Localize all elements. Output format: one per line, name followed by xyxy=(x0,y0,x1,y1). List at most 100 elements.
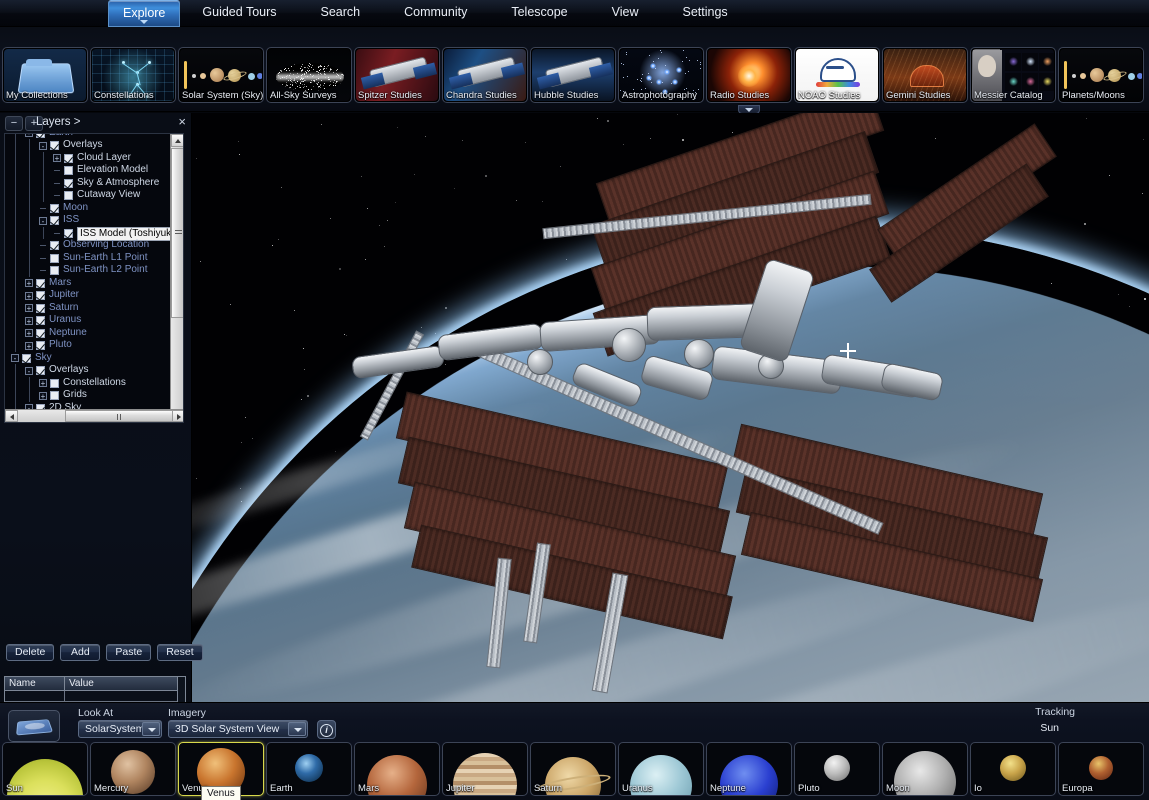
planet-thumbnail-sun[interactable]: Sun xyxy=(2,742,88,796)
planet-thumbnail-neptune[interactable]: Neptune xyxy=(706,742,792,796)
layers-tree-horizontal-scrollbar[interactable] xyxy=(5,409,184,422)
layer-tree-item-sun-earth-l2-point[interactable]: Sun-Earth L2 Point xyxy=(5,264,170,277)
layer-tree-item-iss[interactable]: -ISS xyxy=(5,214,170,227)
planet-thumbnail-europa[interactable]: Europa xyxy=(1058,742,1144,796)
planet-thumbnail-mars[interactable]: Mars xyxy=(354,742,440,796)
tree-expander-icon[interactable]: - xyxy=(25,133,33,137)
add-button[interactable]: Add xyxy=(60,644,100,661)
collection-thumbnail-noao-studies[interactable]: NOAO Studies xyxy=(794,47,880,103)
tree-expander-icon[interactable]: - xyxy=(11,354,19,362)
table-row[interactable] xyxy=(5,691,185,702)
tree-expander-icon[interactable]: - xyxy=(25,367,33,375)
layer-visibility-checkbox[interactable] xyxy=(64,191,73,200)
collection-thumbnail-radio-studies[interactable]: Radio Studies xyxy=(706,47,792,103)
collection-thumbnail-planets-moons[interactable]: Planets/Moons xyxy=(1058,47,1144,103)
layer-visibility-checkbox[interactable] xyxy=(64,179,73,188)
layer-visibility-checkbox[interactable] xyxy=(36,341,45,350)
collection-thumbnail-spitzer-studies[interactable]: Spitzer Studies xyxy=(354,47,440,103)
layer-visibility-checkbox[interactable] xyxy=(50,141,59,150)
layer-visibility-checkbox[interactable] xyxy=(50,254,59,263)
scrollbar-thumb[interactable] xyxy=(171,148,184,318)
paste-button[interactable]: Paste xyxy=(106,644,151,661)
delete-button[interactable]: Delete xyxy=(6,644,54,661)
layer-visibility-checkbox[interactable] xyxy=(36,133,45,138)
imagery-dropdown[interactable]: 3D Solar System View xyxy=(168,720,308,738)
chevron-down-icon[interactable] xyxy=(142,722,160,736)
layer-tree-item-overlays[interactable]: -Overlays xyxy=(5,139,170,152)
layer-visibility-checkbox[interactable] xyxy=(36,329,45,338)
collection-thumbnail-solar-system-sky[interactable]: Solar System (Sky) xyxy=(178,47,264,103)
layer-visibility-checkbox[interactable] xyxy=(22,354,31,363)
collection-thumbnail-gemini-studies[interactable]: Gemini Studies xyxy=(882,47,968,103)
tree-expander-icon[interactable]: + xyxy=(25,279,33,287)
layer-visibility-checkbox[interactable] xyxy=(50,379,59,388)
planet-thumbnail-uranus[interactable]: Uranus xyxy=(618,742,704,796)
collection-thumbnail-my-collections[interactable]: My Collections xyxy=(2,47,88,103)
layer-tree-item-moon[interactable]: Moon xyxy=(5,202,170,215)
layer-visibility-checkbox[interactable] xyxy=(36,366,45,375)
menu-item-settings[interactable]: Settings xyxy=(661,0,750,27)
scroll-up-icon[interactable] xyxy=(171,134,184,147)
collection-thumbnail-astrophotography[interactable]: Astrophotography xyxy=(618,47,704,103)
layer-tree-item-cutaway-view[interactable]: Cutaway View xyxy=(5,189,170,202)
layers-tree-container[interactable]: -SunMercuryVenus-Earth-Overlays+Cloud La… xyxy=(4,133,184,423)
layer-visibility-checkbox[interactable] xyxy=(36,279,45,288)
layer-tree-item-grids[interactable]: +Grids xyxy=(5,389,170,402)
tree-expander-icon[interactable]: + xyxy=(39,392,47,400)
info-icon[interactable]: i xyxy=(317,720,336,739)
menu-item-view[interactable]: View xyxy=(590,0,661,27)
scrollbar-thumb-horizontal[interactable] xyxy=(65,410,175,422)
layer-tree-item-overlays[interactable]: -Overlays xyxy=(5,364,170,377)
tree-expander-icon[interactable]: + xyxy=(25,342,33,350)
layer-visibility-checkbox[interactable] xyxy=(36,304,45,313)
layer-tree-item-elevation-model[interactable]: Elevation Model xyxy=(5,164,170,177)
planet-thumbnail-saturn[interactable]: Saturn xyxy=(530,742,616,796)
planet-thumbnail-mercury[interactable]: Mercury xyxy=(90,742,176,796)
layer-tree-item-jupiter[interactable]: +Jupiter xyxy=(5,289,170,302)
tree-expander-icon[interactable]: + xyxy=(25,317,33,325)
layer-visibility-checkbox[interactable] xyxy=(50,391,59,400)
layer-visibility-checkbox[interactable] xyxy=(36,316,45,325)
look-at-dropdown[interactable]: SolarSystem xyxy=(78,720,162,738)
planet-thumbnail-jupiter[interactable]: Jupiter xyxy=(442,742,528,796)
menu-item-search[interactable]: Search xyxy=(299,0,383,27)
collection-thumbnail-chandra-studies[interactable]: Chandra Studies xyxy=(442,47,528,103)
collection-thumbnail-messier-catalog[interactable]: Messier Catalog xyxy=(970,47,1056,103)
scroll-left-icon[interactable] xyxy=(5,410,18,422)
layer-visibility-checkbox[interactable] xyxy=(50,266,59,275)
tree-expander-icon[interactable]: - xyxy=(39,142,47,150)
menu-item-community[interactable]: Community xyxy=(382,0,489,27)
reset-button[interactable]: Reset xyxy=(157,644,202,661)
layer-tree-item-constellations[interactable]: +Constellations xyxy=(5,377,170,390)
collection-thumbnail-all-sky-surveys[interactable]: All-Sky Surveys xyxy=(266,47,352,103)
tree-expander-icon[interactable]: + xyxy=(25,304,33,312)
layer-tree-item-mars[interactable]: +Mars xyxy=(5,277,170,290)
menu-item-explore[interactable]: Explore xyxy=(108,0,180,27)
collection-thumbnail-constellations[interactable]: Constellations xyxy=(90,47,176,103)
layer-visibility-checkbox[interactable] xyxy=(50,216,59,225)
layer-tree-item-pluto[interactable]: +Pluto xyxy=(5,339,170,352)
planet-thumbnail-io[interactable]: Io xyxy=(970,742,1056,796)
layer-visibility-checkbox[interactable] xyxy=(64,229,73,238)
layer-visibility-checkbox[interactable] xyxy=(64,166,73,175)
layer-tree-item-cloud-layer[interactable]: +Cloud Layer xyxy=(5,152,170,165)
tree-expander-icon[interactable]: + xyxy=(25,329,33,337)
layer-visibility-checkbox[interactable] xyxy=(36,291,45,300)
layer-tree-item-observing-location[interactable]: Observing Location xyxy=(5,239,170,252)
layers-collapse-all-button[interactable]: − xyxy=(5,116,23,131)
layer-visibility-checkbox[interactable] xyxy=(50,204,59,213)
layer-visibility-checkbox[interactable] xyxy=(50,241,59,250)
tree-expander-icon[interactable]: + xyxy=(25,292,33,300)
layer-tree-item-sky-atmosphere[interactable]: Sky & Atmosphere xyxy=(5,177,170,190)
planet-thumbnail-earth[interactable]: Earth xyxy=(266,742,352,796)
close-icon[interactable]: × xyxy=(178,115,186,129)
layers-tree-vertical-scrollbar[interactable] xyxy=(170,134,183,423)
planet-thumbnail-pluto[interactable]: Pluto xyxy=(794,742,880,796)
collection-thumbnail-hubble-studies[interactable]: Hubble Studies xyxy=(530,47,616,103)
main-3d-view[interactable] xyxy=(192,113,1149,702)
tree-expander-icon[interactable]: + xyxy=(39,379,47,387)
tree-expander-icon[interactable]: + xyxy=(53,154,61,162)
layer-tree-item-sky[interactable]: -Sky xyxy=(5,352,170,365)
layer-tree-item-saturn[interactable]: +Saturn xyxy=(5,302,170,315)
chevron-down-icon[interactable] xyxy=(288,722,306,736)
